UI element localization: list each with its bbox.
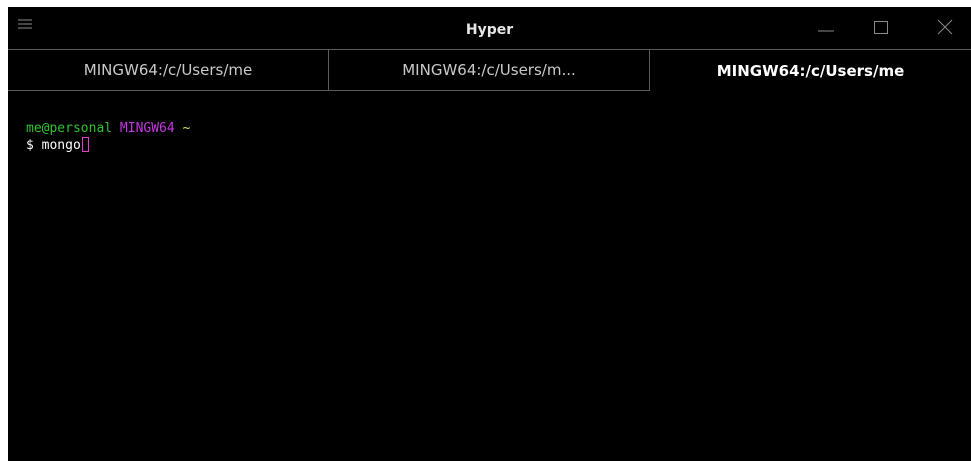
prompt-system: MINGW64 bbox=[119, 121, 175, 136]
cursor bbox=[81, 137, 89, 152]
close-button[interactable] bbox=[922, 9, 968, 43]
hamburger-menu-icon[interactable] bbox=[18, 17, 34, 31]
maximize-icon bbox=[874, 21, 888, 34]
title-bar[interactable]: Hyper bbox=[8, 7, 971, 47]
prompt-line: me@personal MINGW64 ~ bbox=[26, 121, 190, 137]
maximize-button[interactable] bbox=[859, 9, 905, 43]
prompt-dollar: $ bbox=[26, 138, 34, 153]
prompt-path: ~ bbox=[182, 121, 191, 136]
tab-bar: MINGW64:/c/Users/me MINGW64:/c/Users/m..… bbox=[8, 49, 971, 91]
tab-1[interactable]: MINGW64:/c/Users/me bbox=[8, 49, 329, 91]
minimize-icon bbox=[818, 30, 834, 32]
prompt-user-host: me@personal bbox=[26, 121, 113, 136]
command-line[interactable]: $ mongo bbox=[26, 137, 190, 154]
close-icon bbox=[937, 19, 953, 35]
terminal-output[interactable]: me@personal MINGW64 ~ $ mongo bbox=[26, 121, 190, 154]
minimize-button[interactable] bbox=[803, 9, 849, 43]
command-input[interactable]: mongo bbox=[42, 138, 81, 153]
tab-2[interactable]: MINGW64:/c/Users/m... bbox=[329, 49, 650, 91]
hyper-window: Hyper MINGW64:/c/Users/me MINGW64:/c/Use… bbox=[8, 7, 971, 461]
tab-3-active[interactable]: MINGW64:/c/Users/me bbox=[650, 49, 971, 91]
